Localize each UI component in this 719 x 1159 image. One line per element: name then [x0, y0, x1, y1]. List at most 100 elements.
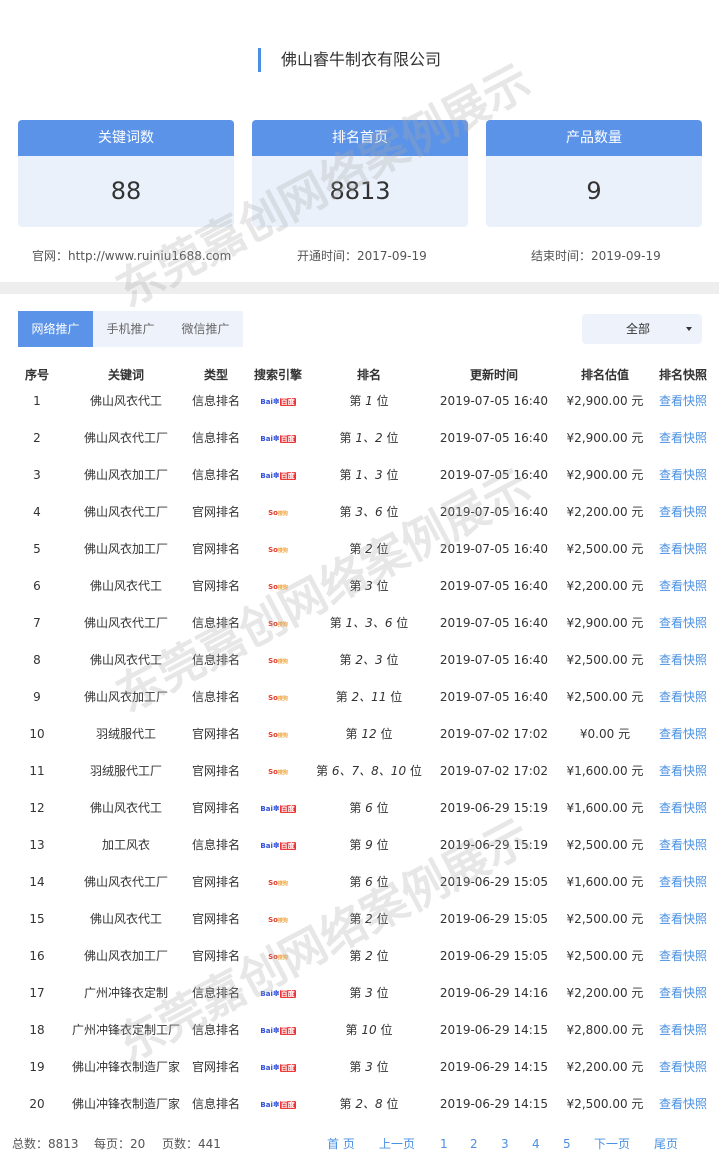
view-snapshot-link[interactable]: 查看快照 [652, 753, 714, 790]
page-link-4[interactable]: 4 [532, 1134, 540, 1154]
view-snapshot-link[interactable]: 查看快照 [652, 827, 714, 864]
view-snapshot-link[interactable]: 查看快照 [652, 679, 714, 716]
row-type: 官网排名 [191, 912, 240, 926]
prev-page-link[interactable]: 上一页 [379, 1134, 415, 1154]
last-page-link[interactable]: 尾页 [654, 1134, 678, 1154]
page-link-3[interactable]: 3 [501, 1134, 509, 1154]
baidu-logo-icon: Bai✽百度 [260, 803, 296, 813]
header-engine: 搜索引擎 [253, 368, 302, 382]
row-update-time: 2019-06-29 14:15 [439, 1097, 549, 1111]
row-value: ¥2,500.00 元 [566, 542, 644, 556]
view-snapshot-link[interactable]: 查看快照 [652, 1049, 714, 1086]
table-row: 17 广州冲锋衣定制 信息排名 Bai✽百度 第 3 位 2019-06-29 14:16… [0, 975, 719, 1012]
sogou-logo-icon: So搜狗 [268, 915, 288, 924]
row-rank: 第 2、11 位 [335, 690, 403, 704]
row-engine: Bai✽百度 [248, 1086, 308, 1123]
view-snapshot-link[interactable]: 查看快照 [652, 901, 714, 938]
page-link-2[interactable]: 2 [470, 1134, 478, 1154]
row-rank: 第 10 位 [345, 1023, 393, 1037]
row-update-time: 2019-07-02 17:02 [439, 764, 549, 778]
row-index: 7 [33, 616, 41, 630]
row-type: 信息排名 [191, 616, 240, 630]
row-index: 16 [29, 949, 45, 963]
tab-mobile-promotion[interactable]: 手机推广 [93, 311, 168, 347]
view-snapshot-link[interactable]: 查看快照 [652, 605, 714, 642]
row-index: 1 [33, 394, 41, 408]
next-page-link[interactable]: 下一页 [594, 1134, 630, 1154]
row-keyword: 佛山风衣代工 [89, 579, 162, 593]
row-update-time: 2019-06-29 15:05 [439, 912, 549, 926]
header-snapshot: 排名快照 [658, 368, 707, 382]
view-snapshot-link[interactable]: 查看快照 [652, 938, 714, 975]
view-snapshot-link[interactable]: 查看快照 [652, 383, 714, 420]
filter-value: 全部 [626, 322, 651, 336]
view-snapshot-link[interactable]: 查看快照 [652, 420, 714, 457]
view-snapshot-link[interactable]: 查看快照 [652, 790, 714, 827]
row-keyword: 佛山风衣加工厂 [83, 468, 168, 482]
row-value: ¥2,900.00 元 [566, 394, 644, 408]
view-snapshot-link[interactable]: 查看快照 [652, 864, 714, 901]
baidu-logo-icon: Bai✽百度 [260, 470, 296, 480]
row-keyword: 佛山风衣代工 [89, 912, 162, 926]
row-engine: So搜狗 [248, 568, 308, 605]
row-rank: 第 1、3、6 位 [329, 616, 409, 630]
baidu-logo-icon: Bai✽百度 [260, 840, 296, 850]
view-snapshot-link[interactable]: 查看快照 [652, 716, 714, 753]
table-row: 8 佛山风衣代工 信息排名 So搜狗 第 2、3 位 2019-07-05 16:40 ¥2… [0, 642, 719, 679]
row-engine: Bai✽百度 [248, 1012, 308, 1049]
tab-web-promotion[interactable]: 网络推广 [18, 311, 93, 347]
row-update-time: 2019-07-05 16:40 [439, 394, 549, 408]
stat-value: 8813 [329, 177, 391, 205]
stat-label: 排名首页 [252, 120, 468, 156]
row-engine: So搜狗 [248, 753, 308, 790]
row-engine: So搜狗 [248, 605, 308, 642]
stat-value: 88 [110, 177, 142, 205]
baidu-logo-icon: Bai✽百度 [260, 1062, 296, 1072]
baidu-logo-icon: Bai✽百度 [260, 1099, 296, 1109]
row-keyword: 广州冲锋衣定制 [83, 986, 168, 1000]
row-update-time: 2019-07-05 16:40 [439, 431, 549, 445]
view-snapshot-link[interactable]: 查看快照 [652, 975, 714, 1012]
view-snapshot-link[interactable]: 查看快照 [652, 1086, 714, 1123]
row-rank: 第 6、7、8、10 位 [316, 764, 422, 778]
row-rank: 第 3 位 [349, 1060, 389, 1074]
header-keyword: 关键词 [107, 368, 144, 382]
row-value: ¥2,200.00 元 [566, 505, 644, 519]
row-index: 3 [33, 468, 41, 482]
page-link-5[interactable]: 5 [563, 1134, 571, 1154]
table-row: 6 佛山风衣代工 官网排名 So搜狗 第 3 位 2019-07-05 16:40 ¥2,2… [0, 568, 719, 605]
row-index: 11 [29, 764, 45, 778]
view-snapshot-link[interactable]: 查看快照 [652, 642, 714, 679]
row-value: ¥1,600.00 元 [566, 764, 644, 778]
page-link-1[interactable]: 1 [440, 1134, 448, 1154]
row-value: ¥2,200.00 元 [566, 579, 644, 593]
row-keyword: 佛山风衣加工厂 [83, 690, 168, 704]
tab-bar: 网络推广 手机推广 微信推广 [18, 311, 243, 347]
view-snapshot-link[interactable]: 查看快照 [652, 494, 714, 531]
row-engine: Bai✽百度 [248, 975, 308, 1012]
view-snapshot-link[interactable]: 查看快照 [652, 568, 714, 605]
view-snapshot-link[interactable]: 查看快照 [652, 531, 714, 568]
header-value: 排名估值 [580, 368, 629, 382]
row-type: 官网排名 [191, 764, 240, 778]
row-engine: So搜狗 [248, 494, 308, 531]
row-rank: 第 2 位 [349, 912, 389, 926]
row-index: 6 [33, 579, 41, 593]
stat-card-products: 产品数量 9 [486, 120, 702, 227]
filter-select[interactable]: 全部 [582, 314, 702, 344]
row-value: ¥1,600.00 元 [566, 875, 644, 889]
stat-label: 关键词数 [18, 120, 234, 156]
baidu-logo-icon: Bai✽百度 [260, 988, 296, 998]
row-index: 20 [29, 1097, 45, 1111]
row-value: ¥0.00 元 [579, 727, 631, 741]
tab-wechat-promotion[interactable]: 微信推广 [168, 311, 243, 347]
first-page-link[interactable]: 首 页 [327, 1134, 355, 1154]
row-index: 10 [29, 727, 45, 741]
row-type: 信息排名 [191, 653, 240, 667]
row-update-time: 2019-07-05 16:40 [439, 690, 549, 704]
row-rank: 第 3、6 位 [339, 505, 399, 519]
row-keyword: 佛山风衣代工厂 [83, 505, 168, 519]
sogou-logo-icon: So搜狗 [268, 767, 288, 776]
view-snapshot-link[interactable]: 查看快照 [652, 1012, 714, 1049]
view-snapshot-link[interactable]: 查看快照 [652, 457, 714, 494]
